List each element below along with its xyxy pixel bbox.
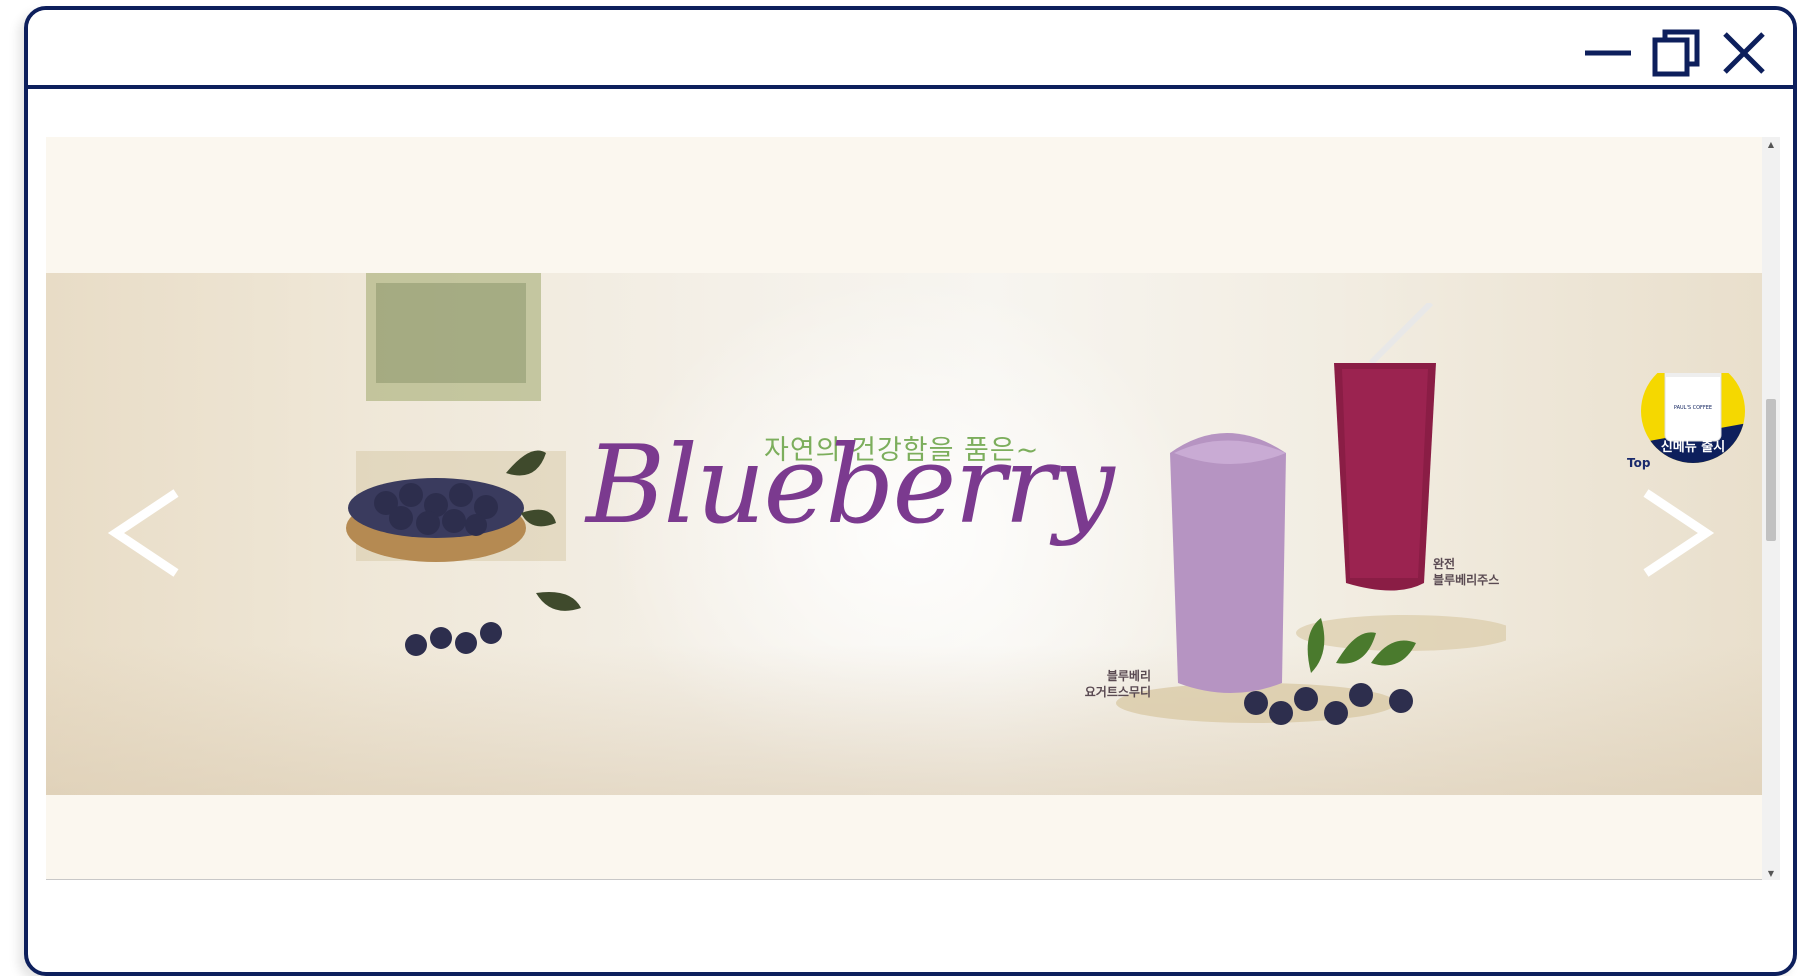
- scroll-top-link[interactable]: Top: [1627, 456, 1650, 470]
- badge-text: 신메뉴 출시: [1661, 439, 1725, 455]
- smoothie-glasses-image: [1116, 303, 1506, 725]
- coffee-cup-badge-icon: PAUL'S COFFEE 신메뉴 출시: [1641, 359, 1745, 463]
- close-button[interactable]: [1719, 28, 1769, 78]
- scrollbar-thumb[interactable]: [1766, 399, 1776, 541]
- content-frame: 자연의 건강함을 품은~ Blueberry 블루베리 요거트스무디 완전 블루…: [46, 137, 1780, 880]
- badge-brand: PAUL'S COFFEE: [1674, 405, 1712, 411]
- scroll-up-arrow-icon[interactable]: ▲: [1766, 139, 1776, 149]
- product-label-smoothie: 블루베리 요거트스무디: [1031, 668, 1151, 700]
- minimize-button[interactable]: [1583, 28, 1633, 78]
- banner-script-title: Blueberry: [586, 423, 1115, 548]
- product-label-smoothie-line2: 요거트스무디: [1084, 685, 1151, 699]
- window-controls: [1583, 28, 1769, 78]
- close-icon: [1723, 32, 1765, 74]
- minimize-icon: [1585, 50, 1631, 56]
- product-label-juice: 완전 블루베리주스: [1433, 556, 1499, 588]
- maximize-button[interactable]: [1651, 28, 1701, 78]
- new-menu-badge[interactable]: PAUL'S COFFEE 신메뉴 출시: [1638, 359, 1748, 463]
- blueberry-bowl-image: [346, 273, 581, 656]
- scroll-down-arrow-icon[interactable]: ▼: [1766, 868, 1776, 878]
- hero-banner[interactable]: 자연의 건강함을 품은~ Blueberry 블루베리 요거트스무디 완전 블루…: [46, 273, 1762, 795]
- chevron-right-icon: [1643, 489, 1715, 577]
- restore-icon: [1652, 29, 1700, 77]
- carousel-prev-button[interactable]: [106, 483, 186, 583]
- product-label-juice-line1: 완전: [1433, 557, 1456, 571]
- title-bar: [28, 10, 1793, 89]
- app-window: 자연의 건강함을 품은~ Blueberry 블루베리 요거트스무디 완전 블루…: [24, 6, 1797, 976]
- chevron-left-icon: [107, 489, 179, 577]
- carousel-next-button[interactable]: [1636, 483, 1716, 583]
- product-label-smoothie-line1: 블루베리: [1106, 669, 1151, 683]
- vertical-scrollbar[interactable]: ▲ ▼: [1762, 137, 1780, 880]
- product-label-juice-line2: 블루베리주스: [1433, 573, 1500, 587]
